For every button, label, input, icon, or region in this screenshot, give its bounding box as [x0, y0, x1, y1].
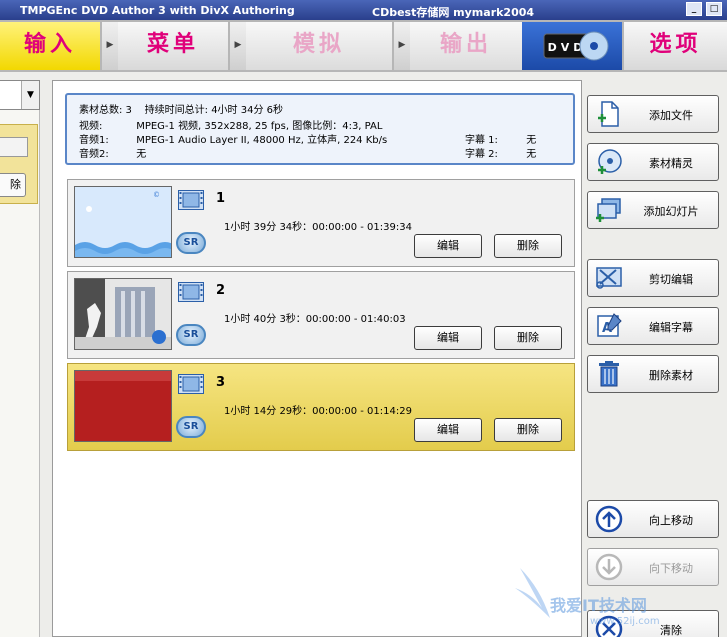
film-icon	[178, 374, 204, 394]
main-tab-bar: 输入 ▶ 菜单 ▶ 模拟 ▶ 输出 DVD 选项	[0, 20, 727, 72]
clip-thumbnail	[74, 370, 172, 442]
tab-arrow-icon: ▶	[102, 22, 118, 70]
total-duration: 持续时间总计: 4小时 34分 6秒	[144, 105, 283, 116]
delete-button[interactable]: 删除	[494, 234, 562, 258]
film-icon	[178, 190, 204, 210]
content-area: ▼ 除 素材总数: 3 持续时间总计: 4小时 34分 6秒 视频: MPEG-…	[0, 72, 727, 637]
move-up-label: 向上移动	[649, 514, 693, 527]
svg-text:©: ©	[153, 191, 160, 199]
video-label: 视频:	[79, 121, 103, 132]
remove-track-button[interactable]: 除	[0, 173, 26, 197]
clip-duration: 1小时 39分 34秒：00:00:00 - 01:39:34	[224, 222, 412, 233]
subtitle2-value: 无	[526, 149, 537, 160]
clip-wizard-button[interactable]: 素材精灵	[587, 143, 719, 181]
trash-icon	[599, 361, 619, 387]
delete-clip-label: 删除素材	[649, 369, 693, 382]
cut-edit-button[interactable]: 剪切编辑	[587, 259, 719, 297]
window-title: TMPGEnc DVD Author 3 with DivX Authoring	[20, 4, 295, 17]
add-slideshow-button[interactable]: 添加幻灯片	[587, 191, 719, 229]
audio2-label: 音频2:	[79, 149, 109, 160]
window-subtitle: CDbest存储网 mymark2004	[372, 6, 535, 19]
subtitle-pen-icon: A	[597, 313, 622, 337]
tab-menu[interactable]: 菜单	[118, 22, 228, 70]
subtitle1-label: 字幕 1:	[465, 135, 498, 146]
audio2-value: 无	[136, 149, 147, 160]
source-info-box: 素材总数: 3 持续时间总计: 4小时 34分 6秒 视频: MPEG-1 视频…	[65, 93, 575, 165]
delete-clip-button[interactable]: 删除素材	[587, 355, 719, 393]
audio1-label: 音频1:	[79, 135, 109, 146]
subtitle2-label: 字幕 2:	[465, 149, 498, 160]
edit-button[interactable]: 编辑	[414, 326, 482, 350]
clip-thumbnail: ©	[74, 186, 172, 258]
edit-button[interactable]: 编辑	[414, 418, 482, 442]
dvd-disc-icon: DVD	[543, 31, 609, 61]
sr-badge-icon: SR	[176, 232, 206, 254]
edit-button[interactable]: 编辑	[414, 234, 482, 258]
track-name-field[interactable]	[0, 137, 28, 157]
delete-button[interactable]: 删除	[494, 418, 562, 442]
move-up-button[interactable]: 向上移动	[587, 500, 719, 538]
clip-duration: 1小时 40分 3秒：00:00:00 - 01:40:03	[224, 314, 406, 325]
tab-output[interactable]: 输出	[410, 22, 522, 70]
cut-edit-label: 剪切编辑	[649, 273, 693, 286]
tab-arrow-icon: ▶	[394, 22, 410, 70]
slideshow-icon	[596, 198, 621, 222]
add-file-label: 添加文件	[649, 109, 693, 122]
clip-duration: 1小时 14分 29秒：00:00:00 - 01:14:29	[224, 406, 412, 417]
track-item[interactable]: 除	[0, 124, 38, 204]
clip-item[interactable]: 2 1小时 40分 3秒：00:00:00 - 01:40:03 SR 编辑 删…	[67, 271, 575, 359]
film-icon	[178, 282, 204, 302]
clip-thumbnail	[74, 278, 172, 350]
add-file-button[interactable]: 添加文件	[587, 95, 719, 133]
tab-dvd[interactable]: DVD	[522, 22, 622, 70]
add-slideshow-label: 添加幻灯片	[643, 205, 699, 218]
edit-subtitle-button[interactable]: A 编辑字幕	[587, 307, 719, 345]
sr-badge-icon: SR	[176, 324, 206, 346]
tab-preview[interactable]: 模拟	[246, 22, 392, 70]
maximize-button[interactable]: □	[706, 2, 722, 16]
tab-arrow-icon: ▶	[230, 22, 246, 70]
total-clips: 素材总数: 3	[79, 105, 132, 116]
tab-options[interactable]: 选项	[624, 22, 727, 70]
chevron-down-icon[interactable]: ▼	[21, 81, 39, 109]
clip-item-selected[interactable]: 3 1小时 14分 29秒：00:00:00 - 01:14:29 SR 编辑 …	[67, 363, 575, 451]
clip-number: 1	[216, 191, 226, 206]
disc-wizard-icon	[598, 149, 622, 174]
edit-subtitle-label: 编辑字幕	[649, 321, 693, 334]
sr-badge-icon: SR	[176, 416, 206, 438]
source-dropdown[interactable]: ▼	[0, 80, 40, 110]
clip-item[interactable]: © 1 1小时 39分 34秒：00:00:00 - 01:39:34 SR 编…	[67, 179, 575, 267]
clip-list-panel: 素材总数: 3 持续时间总计: 4小时 34分 6秒 视频: MPEG-1 视频…	[52, 80, 582, 637]
clip-number: 2	[216, 283, 226, 298]
watermark-url: www.52ij.com	[590, 616, 660, 627]
delete-button[interactable]: 删除	[494, 326, 562, 350]
minimize-button[interactable]: _	[686, 2, 702, 16]
clip-number: 3	[216, 375, 226, 390]
clip-wizard-label: 素材精灵	[649, 157, 693, 170]
title-bar: TMPGEnc DVD Author 3 with DivX Authoring…	[0, 0, 727, 20]
watermark-title: 我爱IT技术网	[550, 596, 647, 615]
arrow-up-icon	[595, 505, 623, 533]
tab-input[interactable]: 输入	[0, 22, 100, 70]
action-panel: 添加文件 素材精灵 添加幻灯片 剪切编辑 A 编辑字幕 删除素材 向上移动 向下…	[584, 80, 727, 637]
add-file-icon	[598, 101, 619, 127]
watermark: 我爱IT技术网 www.52ij.com	[510, 558, 727, 637]
scissors-film-icon	[596, 267, 622, 289]
left-panel: ▼ 除	[0, 80, 40, 637]
audio1-value: MPEG-1 Audio Layer II, 48000 Hz, 立体声, 22…	[136, 135, 388, 146]
